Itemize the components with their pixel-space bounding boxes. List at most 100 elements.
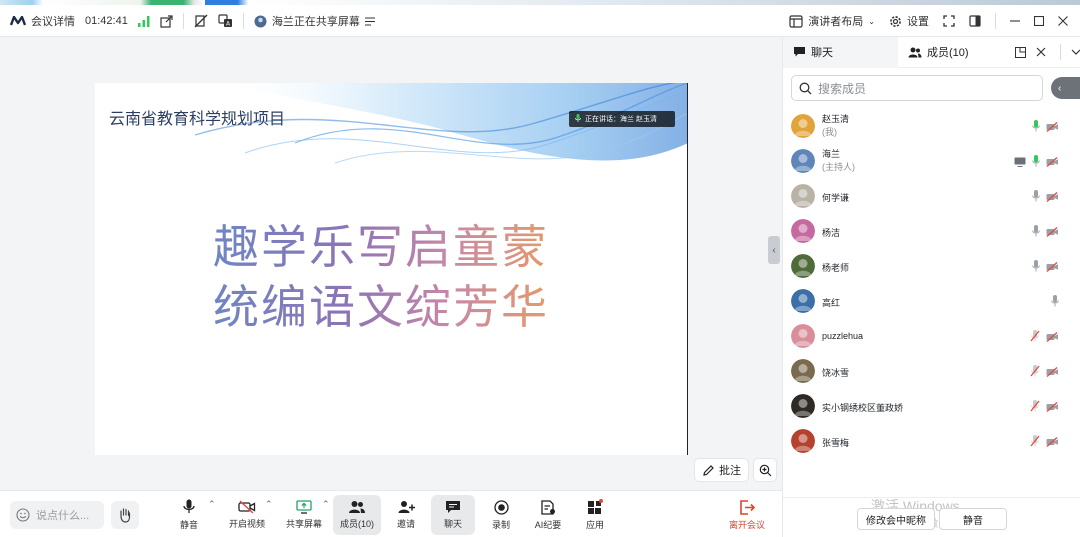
leave-meeting-button[interactable]: 离开会议 [727, 495, 767, 535]
mic-icon[interactable] [1032, 259, 1040, 277]
divider [242, 13, 244, 29]
record-button[interactable]: 录制 [486, 495, 516, 535]
search-icon [799, 82, 812, 95]
ai-notes-button[interactable]: AI纪要 [530, 495, 566, 535]
slide-wave-decoration [194, 83, 687, 164]
gear-icon [889, 15, 902, 28]
members-label: 成员(10) [339, 519, 374, 529]
chat-button[interactable]: 聊天 [431, 495, 475, 535]
start-video-button[interactable]: 开启视频 [226, 495, 268, 535]
tab-members[interactable]: 成员(10) [898, 37, 1013, 68]
share-screen-label: 共享屏幕 [285, 519, 322, 529]
member-row[interactable]: 何学谦 [783, 178, 1080, 213]
avatar [791, 148, 815, 173]
invite-button[interactable]: 邀请 [390, 495, 422, 535]
close-icon[interactable] [1036, 47, 1046, 57]
translate-icon[interactable]: A [218, 14, 233, 28]
members-button[interactable]: 成员(10) [333, 495, 381, 535]
camera-off-icon[interactable] [1046, 119, 1059, 137]
no-annotation-icon[interactable] [194, 14, 208, 28]
side-panel: 聊天 成员(10) 搜索成员 ‹ 赵玉清 (我) 海兰(主持人) 何学谦 杨洁 … [782, 36, 1080, 537]
member-list: 赵玉清 (我) 海兰 (主持人) 何学谦杨洁 杨老师 高红 puzzlehua 饶冰雪实小钢绣校… [783, 108, 1080, 458]
meeting-timer: 01:42:41 [85, 15, 128, 27]
apps-button[interactable]: 应用 [580, 495, 610, 535]
settings-button[interactable]: 设置 [889, 13, 929, 29]
mic-muted-icon[interactable] [1030, 399, 1040, 417]
member-row[interactable]: 实小钢绣校区董政娇 [783, 388, 1080, 423]
layout-dropdown[interactable]: 演讲者布局 ⌄ [789, 13, 875, 29]
annotate-button[interactable]: 批注 [694, 458, 749, 482]
member-row[interactable]: 杨老师 [783, 248, 1080, 283]
member-row[interactable]: 海兰 (主持人) [783, 143, 1080, 178]
share-status-indicator[interactable]: 海兰正在共享屏幕 [254, 13, 375, 29]
popout-icon[interactable] [160, 14, 173, 28]
member-row[interactable]: 赵玉清 (我) [783, 108, 1080, 143]
tab-chat[interactable]: 聊天 [783, 36, 898, 68]
avatar [791, 253, 815, 278]
camera-off-icon[interactable] [1046, 434, 1059, 452]
member-role: (主持人) [822, 162, 855, 172]
mic-muted-icon[interactable] [1030, 364, 1040, 382]
maximize-icon[interactable] [1034, 16, 1044, 26]
member-row[interactable]: puzzlehua [783, 318, 1080, 353]
member-row[interactable]: 杨洁 [783, 213, 1080, 248]
mic-on-icon[interactable] [1032, 119, 1040, 137]
settings-label: 设置 [907, 16, 929, 28]
avatar [791, 358, 815, 383]
member-name: 赵玉清 [822, 114, 850, 124]
raise-hand-button[interactable] [111, 501, 139, 529]
divider [995, 13, 996, 29]
signal-strength-icon[interactable] [137, 15, 150, 27]
sharer-avatar-icon [254, 15, 267, 28]
camera-off-icon[interactable] [1046, 224, 1059, 242]
meeting-toolbar: 说点什么... 静音 ⌃ 开启视频 ⌃ 共享屏幕 ⌃ 成员(10) 邀请 聊天 … [0, 490, 782, 537]
camera-off-icon[interactable] [1046, 364, 1059, 382]
camera-off-icon[interactable] [1046, 329, 1059, 347]
member-name: 何学谦 [822, 193, 850, 203]
member-search-input[interactable]: 搜索成员 [791, 75, 1043, 101]
close-window-icon[interactable] [1058, 16, 1068, 26]
share-screen-button[interactable]: 共享屏幕 [283, 495, 325, 535]
member-status-icons [1014, 154, 1059, 172]
member-name: 海兰 [822, 149, 841, 159]
mic-muted-icon[interactable] [1030, 329, 1040, 347]
camera-off-icon[interactable] [1046, 399, 1059, 417]
mute-all-button[interactable]: 静音 [939, 508, 1007, 530]
panel-collapse-handle[interactable]: ‹ [768, 236, 780, 264]
video-options-caret[interactable]: ⌃ [265, 499, 273, 510]
chevron-down-icon[interactable] [1071, 49, 1080, 55]
mic-icon[interactable] [1032, 224, 1040, 242]
mic-icon[interactable] [1032, 189, 1040, 207]
mute-options-caret[interactable]: ⌃ [208, 499, 216, 510]
app-logo-icon [10, 16, 26, 26]
member-row[interactable]: 高红 [783, 283, 1080, 318]
member-name: 实小钢绣校区董政娇 [822, 403, 904, 413]
floating-actions: 批注 [694, 458, 777, 482]
member-row[interactable]: 张雪梅 [783, 423, 1080, 458]
mic-icon[interactable] [1051, 294, 1059, 312]
minimize-icon[interactable] [1010, 16, 1020, 26]
camera-off-icon[interactable] [1046, 259, 1059, 277]
mic-muted-icon[interactable] [1030, 434, 1040, 452]
camera-off-icon[interactable] [1046, 154, 1059, 172]
invite-icon [398, 500, 415, 514]
zoom-button[interactable] [753, 458, 777, 482]
mic-on-icon[interactable] [1032, 154, 1040, 172]
quick-chat-input[interactable]: 说点什么... [10, 501, 104, 529]
member-row[interactable]: 饶冰雪 [783, 353, 1080, 388]
fullscreen-icon[interactable] [943, 15, 955, 27]
mute-button[interactable]: 静音 [170, 495, 208, 535]
share-options-caret[interactable]: ⌃ [322, 499, 330, 510]
title-bar: 会议详情 01:42:41 A 海兰正在共享屏幕 演讲者布局 ⌄ 设置 [0, 5, 1080, 37]
panel-expand-handle[interactable]: ‹ [1051, 77, 1080, 99]
side-panel-toggle-icon[interactable] [969, 15, 981, 27]
member-name: puzzlehua [822, 331, 864, 341]
hand-icon [118, 507, 132, 523]
camera-off-icon[interactable] [1046, 189, 1059, 207]
popout-panel-icon[interactable] [1015, 46, 1026, 58]
screen-share-icon [1014, 154, 1026, 172]
meeting-info-button[interactable]: 会议详情 [10, 13, 75, 29]
member-status-icons [1032, 189, 1059, 207]
chat-icon [793, 46, 806, 58]
rename-in-meeting-button[interactable]: 修改会中昵称 [857, 508, 935, 530]
